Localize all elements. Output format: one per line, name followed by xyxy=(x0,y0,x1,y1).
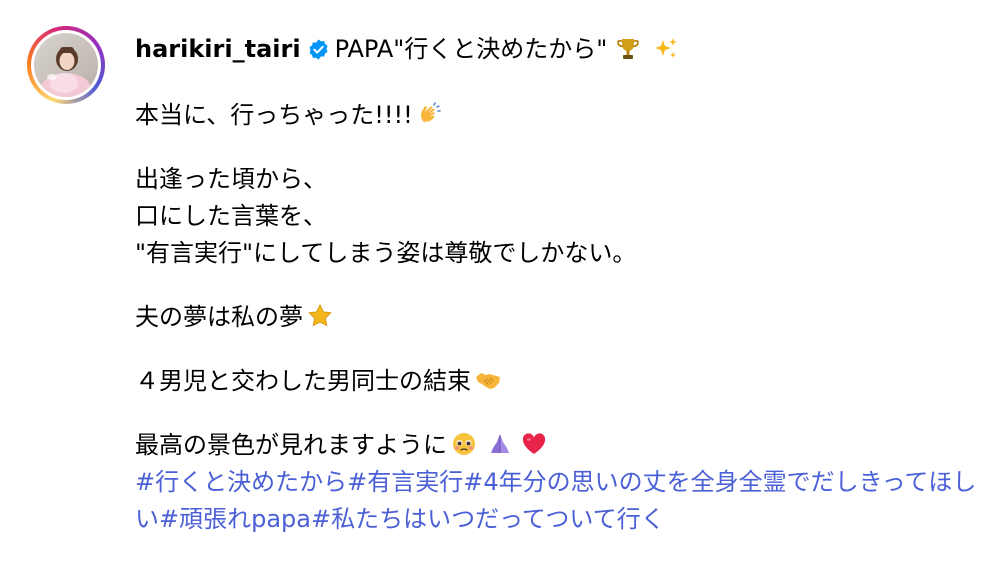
clapping-hands-icon xyxy=(420,102,441,123)
hashtag-link[interactable]: #有言実行 xyxy=(347,468,463,496)
hashtag-list: #行くと決めたから#有言実行#4年分の思いの丈を全身全霊でだしきってほしい#頑張… xyxy=(135,464,985,538)
caption-line-text: ４男児と交わした男同士の結束 xyxy=(135,367,471,395)
caption-line-text: 本当に、行っちゃった!!!! xyxy=(135,101,413,129)
caption-line: 出逢った頃から、 xyxy=(135,161,985,198)
caption-title: PAPA"行くと決めたから" xyxy=(334,34,608,63)
avatar-story-ring[interactable] xyxy=(27,26,105,104)
caption-line-text: "有言実行"にしてしまう姿は尊敬でしかない。 xyxy=(135,239,637,267)
star-icon xyxy=(308,303,332,327)
hashtag-link[interactable]: #行くと決めたから xyxy=(135,468,347,496)
caption-line: 本当に、行っちゃった!!!! xyxy=(135,97,985,134)
username-link[interactable]: harikiri_tairi xyxy=(135,31,301,68)
trophy-icon xyxy=(617,39,640,59)
avatar[interactable] xyxy=(34,33,98,97)
caption-line: "有言実行"にしてしまう姿は尊敬でしかない。 xyxy=(135,235,985,272)
caption-line: ４男児と交わした男同士の結束 xyxy=(135,363,985,400)
verified-badge-icon xyxy=(309,38,328,60)
red-heart-icon xyxy=(522,433,546,454)
avatar-frame xyxy=(31,30,101,100)
caption-line-text: 夫の夢は私の夢 xyxy=(135,303,303,331)
handshake-icon xyxy=(476,373,500,389)
caption-line-text: 最高の景色が見れますように xyxy=(135,431,447,459)
caption-line-text: 出逢った頃から、 xyxy=(135,165,327,193)
sparkles-icon xyxy=(655,38,678,58)
folded-hands-icon xyxy=(491,434,509,453)
caption-line: 最高の景色が見れますように xyxy=(135,427,985,464)
caption-line-text: 口にした言葉を、 xyxy=(135,202,327,230)
caption-line: 夫の夢は私の夢 xyxy=(135,299,985,336)
hashtag-link[interactable]: #私たちはいつだってついて行く xyxy=(311,505,665,533)
caption-line: 口にした言葉を、 xyxy=(135,198,985,235)
hashtag-link[interactable]: #頑張れpapa xyxy=(159,505,311,533)
caption-header: harikiri_tairi PAPA"行くと決めたから" xyxy=(135,28,985,70)
post-caption: harikiri_tairi PAPA"行くと決めたから" 本当に、行っちゃった… xyxy=(135,28,985,538)
pleading-face-icon xyxy=(453,433,475,455)
